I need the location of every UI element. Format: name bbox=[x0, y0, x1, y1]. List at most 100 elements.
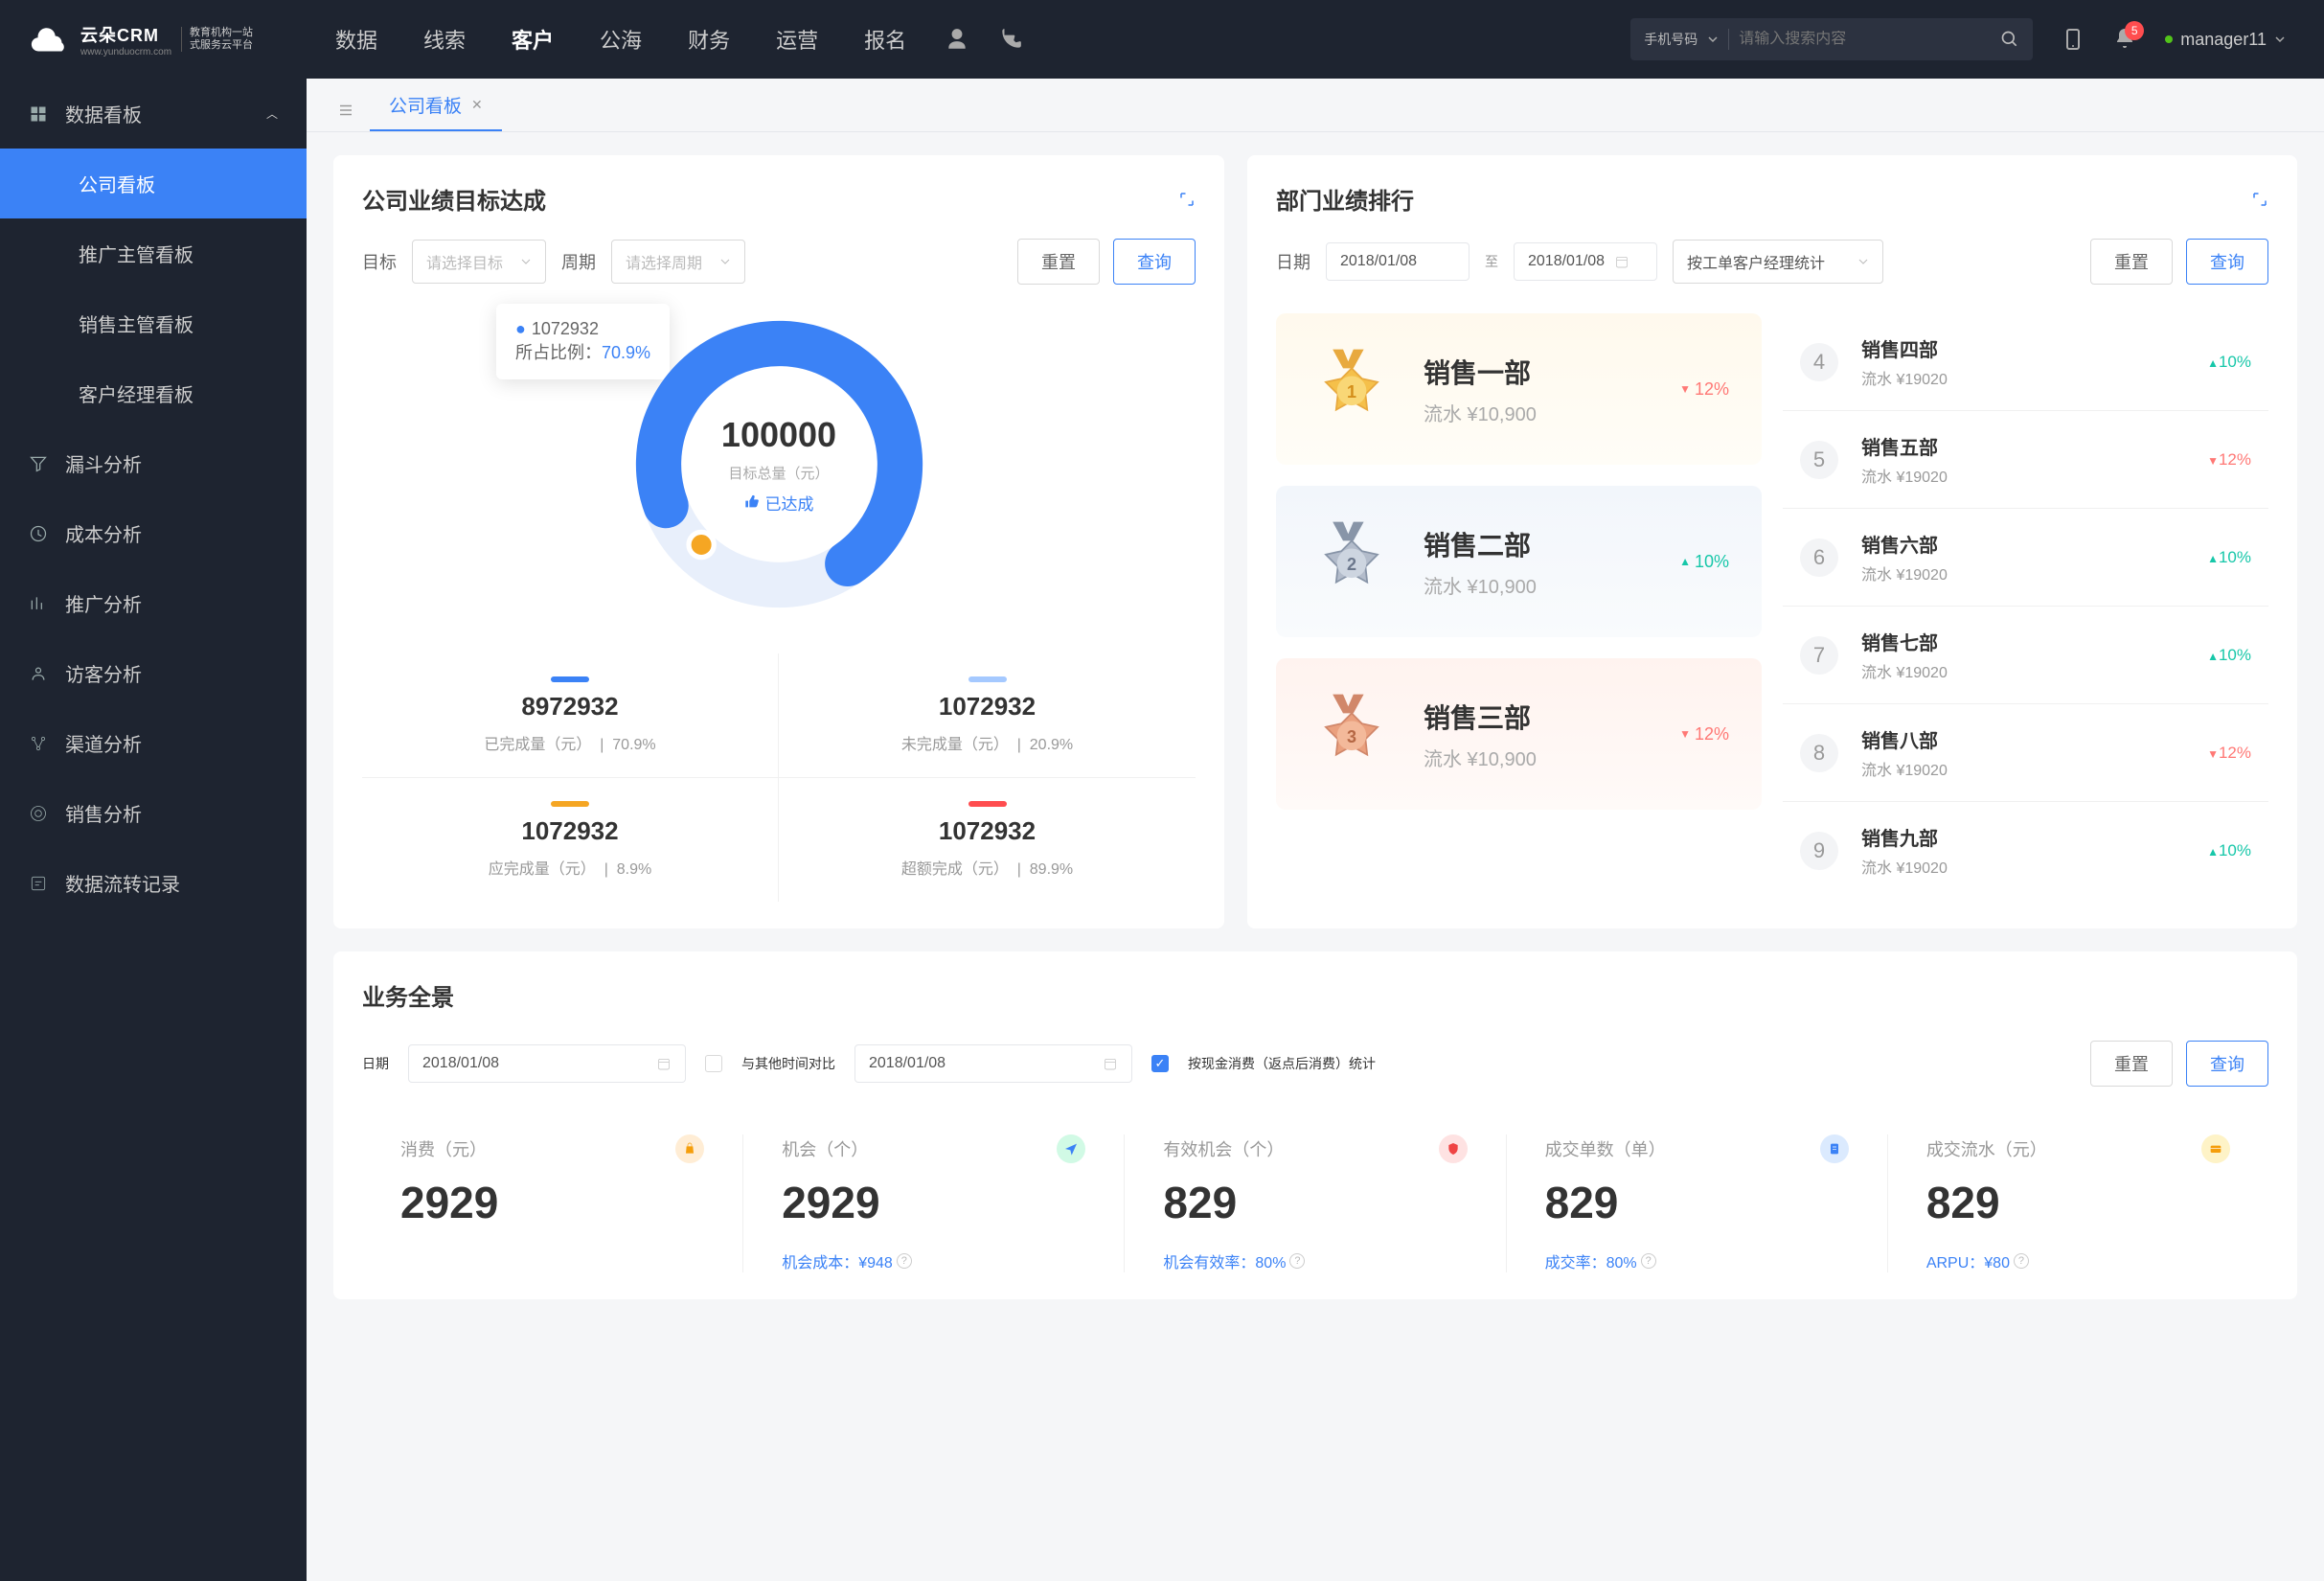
close-icon[interactable]: ✕ bbox=[471, 97, 483, 113]
search-bar[interactable]: 手机号码 bbox=[1630, 18, 2033, 60]
tab-bar: 公司看板 ✕ bbox=[307, 79, 2324, 132]
rank-selector[interactable]: 按工单客户经理统计 bbox=[1673, 240, 1883, 284]
panel-goals: 公司业绩目标达成 目标 请选择目标 周期 请选择周期 重置 查询 bbox=[333, 155, 1224, 928]
bronze-medal-icon: 3 bbox=[1309, 691, 1395, 777]
tab-company-dashboard[interactable]: 公司看板 ✕ bbox=[370, 80, 502, 131]
nav-public[interactable]: 公海 bbox=[600, 24, 642, 55]
goals-query-button[interactable]: 查询 bbox=[1113, 239, 1196, 285]
silver-medal-icon: 2 bbox=[1309, 518, 1395, 605]
metric-revenue: 成交流水（元） 829 ARPU：¥80 ? bbox=[1888, 1134, 2268, 1272]
rank-1: 1 销售一部流水 ¥10,900 12% bbox=[1276, 313, 1762, 465]
collapse-sidebar-button[interactable] bbox=[322, 92, 370, 131]
calendar-icon bbox=[1614, 254, 1629, 269]
select-period[interactable]: 请选择周期 bbox=[611, 240, 745, 284]
logo-subtitle: 教育机构一站式服务云平台 bbox=[181, 27, 253, 52]
sidebar-item-sales[interactable]: 销售分析 bbox=[0, 778, 307, 848]
rank-row: 7销售七部流水 ¥1902010% bbox=[1783, 607, 2268, 704]
nav-ops[interactable]: 运营 bbox=[776, 24, 818, 55]
sidebar-item-flow[interactable]: 数据流转记录 bbox=[0, 848, 307, 918]
card-icon bbox=[2201, 1134, 2230, 1163]
metric-deals: 成交单数（单） 829 成交率：80% ? bbox=[1507, 1134, 1888, 1272]
cash-checkbox[interactable] bbox=[1151, 1055, 1169, 1072]
target-icon bbox=[29, 804, 48, 823]
search-type[interactable]: 手机号码 bbox=[1644, 30, 1697, 49]
stat-expected: 1072932 应完成量（元） | 8.9% bbox=[362, 778, 779, 902]
biz-reset-button[interactable]: 重置 bbox=[2090, 1041, 2173, 1087]
help-icon[interactable]: ? bbox=[1289, 1253, 1305, 1269]
sidebar-sub-promo-mgr[interactable]: 推广主管看板 bbox=[0, 218, 307, 288]
goals-label-period: 周期 bbox=[561, 249, 596, 274]
dashboard-icon bbox=[29, 104, 48, 124]
rank-2: 2 销售二部流水 ¥10,900 10% bbox=[1276, 486, 1762, 637]
metric-valid-opp: 有效机会（个） 829 机会有效率：80% ? bbox=[1125, 1134, 1506, 1272]
nav-data[interactable]: 数据 bbox=[335, 24, 377, 55]
nav-leads[interactable]: 线索 bbox=[423, 24, 466, 55]
phone-icon[interactable] bbox=[998, 27, 1023, 52]
sidebar-sub-company[interactable]: 公司看板 bbox=[0, 149, 307, 218]
logo-text: 云朵CRM bbox=[80, 22, 171, 47]
user-menu[interactable]: manager11 bbox=[2165, 30, 2286, 50]
rank-row: 8销售八部流水 ¥1902012% bbox=[1783, 704, 2268, 802]
mobile-icon[interactable] bbox=[2062, 28, 2085, 51]
compare-checkbox[interactable] bbox=[705, 1055, 722, 1072]
progress-donut: 100000 目标总量（元） 已达成 bbox=[628, 313, 930, 615]
stat-incomplete: 1072932 未完成量（元） | 20.9% bbox=[779, 653, 1196, 778]
sidebar-sub-sales-mgr[interactable]: 销售主管看板 bbox=[0, 288, 307, 358]
rank-row: 4销售四部流水 ¥1902010% bbox=[1783, 313, 2268, 411]
doc-icon bbox=[1820, 1134, 1849, 1163]
svg-text:3: 3 bbox=[1347, 727, 1356, 746]
calendar-icon bbox=[656, 1056, 672, 1071]
sidebar-item-channel[interactable]: 渠道分析 bbox=[0, 708, 307, 778]
expand-icon[interactable] bbox=[1178, 191, 1196, 208]
select-target[interactable]: 请选择目标 bbox=[412, 240, 546, 284]
biz-date-1[interactable]: 2018/01/08 bbox=[408, 1044, 686, 1083]
metric-row: 消费（元） 2929 机会（个） 2929 机会成本：¥948 ? 有效机会（个… bbox=[362, 1134, 2268, 1272]
sidebar-item-promo[interactable]: 推广分析 bbox=[0, 568, 307, 638]
rank-reset-button[interactable]: 重置 bbox=[2090, 239, 2173, 285]
goals-label-target: 目标 bbox=[362, 249, 397, 274]
panel-business: 业务全景 日期 2018/01/08 与其他时间对比 2018/01/08 按现… bbox=[333, 951, 2297, 1299]
goal-total-label: 目标总量（元） bbox=[728, 463, 829, 483]
svg-text:2: 2 bbox=[1347, 555, 1356, 574]
cash-label: 按现金消费（返点后消费）统计 bbox=[1188, 1054, 1376, 1073]
rank-label-date: 日期 bbox=[1276, 249, 1310, 274]
gold-medal-icon: 1 bbox=[1309, 346, 1395, 432]
nav-enroll[interactable]: 报名 bbox=[864, 24, 906, 55]
rank-date-from[interactable]: 2018/01/08 bbox=[1326, 242, 1470, 281]
sidebar-item-cost[interactable]: 成本分析 bbox=[0, 498, 307, 568]
sidebar-group-dashboard[interactable]: 数据看板 ︿ bbox=[0, 79, 307, 149]
metric-opportunity: 机会（个） 2929 机会成本：¥948 ? bbox=[743, 1134, 1125, 1272]
sidebar-item-visitor[interactable]: 访客分析 bbox=[0, 638, 307, 708]
goals-reset-button[interactable]: 重置 bbox=[1017, 239, 1100, 285]
chevron-down-icon bbox=[1707, 34, 1719, 45]
search-icon[interactable] bbox=[2000, 30, 2019, 49]
thumb-icon bbox=[744, 494, 760, 510]
nav-finance[interactable]: 财务 bbox=[688, 24, 730, 55]
notifications[interactable]: 5 bbox=[2113, 27, 2136, 53]
date-sep: 至 bbox=[1485, 252, 1498, 271]
compare-label: 与其他时间对比 bbox=[741, 1054, 835, 1073]
send-icon bbox=[1057, 1134, 1085, 1163]
search-input[interactable] bbox=[1739, 31, 1991, 48]
stat-exceed: 1072932 超额完成（元） | 89.9% bbox=[779, 778, 1196, 902]
rank-date-to[interactable]: 2018/01/08 bbox=[1514, 242, 1657, 281]
user-icon[interactable] bbox=[945, 27, 969, 52]
rank-3: 3 销售三部流水 ¥10,900 12% bbox=[1276, 658, 1762, 810]
expand-icon[interactable] bbox=[2251, 191, 2268, 208]
achieved-badge: 已达成 bbox=[744, 491, 814, 515]
nav-customers[interactable]: 客户 bbox=[512, 24, 554, 55]
calendar-icon bbox=[1103, 1056, 1118, 1071]
sidebar-sub-cust-mgr[interactable]: 客户经理看板 bbox=[0, 358, 307, 428]
biz-query-button[interactable]: 查询 bbox=[2186, 1041, 2268, 1087]
help-icon[interactable]: ? bbox=[897, 1253, 912, 1269]
chevron-down-icon bbox=[2274, 34, 2286, 45]
bag-icon bbox=[675, 1134, 704, 1163]
biz-date-2[interactable]: 2018/01/08 bbox=[854, 1044, 1132, 1083]
rank-query-button[interactable]: 查询 bbox=[2186, 239, 2268, 285]
chart-icon bbox=[29, 594, 48, 613]
status-dot bbox=[2165, 35, 2173, 43]
visitor-icon bbox=[29, 664, 48, 683]
help-icon[interactable]: ? bbox=[2014, 1253, 2029, 1269]
help-icon[interactable]: ? bbox=[1641, 1253, 1656, 1269]
sidebar-item-funnel[interactable]: 漏斗分析 bbox=[0, 428, 307, 498]
